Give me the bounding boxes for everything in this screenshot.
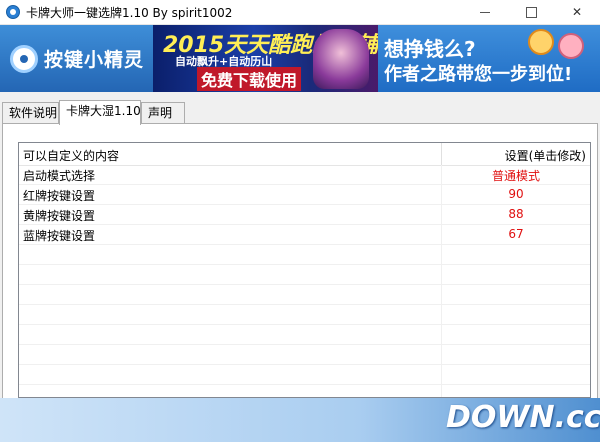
table-row[interactable]: 蓝牌按键设置 67 (19, 225, 590, 245)
ad-banner-author[interactable]: 想挣钱么? 作者之路带您一步到位! (378, 25, 600, 92)
logo-text: 按键小精灵 (44, 49, 145, 71)
minimize-icon (480, 12, 490, 13)
tab-card-master[interactable]: 卡牌大湿1.10 (59, 100, 141, 125)
window-title: 卡牌大师一键选牌1.10 By spirit1002 (26, 6, 233, 20)
table-row[interactable]: 黄牌按键设置 88 (19, 205, 590, 225)
tab-panel: 可以自定义的内容 设置(单击修改) 启动模式选择 普通模式 红牌按键设置 90 … (2, 123, 598, 439)
column-header-content[interactable]: 可以自定义的内容 (23, 147, 119, 164)
empty-row (19, 305, 590, 325)
table-row[interactable]: 红牌按键设置 90 (19, 185, 590, 205)
grid-header: 可以自定义的内容 设置(单击修改) (19, 143, 590, 166)
row-name: 黄牌按键设置 (23, 209, 96, 223)
row-name: 启动模式选择 (23, 169, 96, 183)
logo-banner: 按键小精灵 (0, 25, 153, 92)
cartoon-face-icon (528, 29, 554, 55)
tab-bar: 软件说明 卡牌大湿1.10 声明 (0, 100, 600, 125)
maximize-button[interactable] (508, 0, 554, 24)
maximize-icon (525, 7, 537, 18)
cartoon-face-icon (558, 33, 584, 59)
close-button[interactable]: ✕ (554, 0, 600, 24)
row-name: 红牌按键设置 (23, 189, 96, 203)
ad2-line2: 作者之路带您一步到位! (384, 64, 573, 85)
ad-banner-game[interactable]: 2015天天酷跑最热辅助 自动飘升+自动历山 免费下载使用 (153, 25, 378, 92)
close-icon: ✕ (571, 5, 583, 19)
empty-row (19, 365, 590, 385)
empty-row (19, 265, 590, 285)
ad2-line1: 想挣钱么? (384, 37, 476, 61)
column-divider[interactable] (441, 143, 442, 165)
column-header-setting[interactable]: 设置(单击修改) (505, 147, 586, 164)
settings-grid: 可以自定义的内容 设置(单击修改) 启动模式选择 普通模式 红牌按键设置 90 … (18, 142, 591, 398)
logo-icon (10, 45, 38, 73)
minimize-button[interactable] (462, 0, 508, 24)
empty-row (19, 245, 590, 265)
ad-free-text: 免费下载使用 (197, 67, 302, 91)
row-value[interactable]: 90 (442, 187, 590, 201)
row-name: 蓝牌按键设置 (23, 229, 96, 243)
empty-row (19, 285, 590, 305)
title-bar: 卡牌大师一键选牌1.10 By spirit1002 ✕ (0, 0, 600, 25)
ad-character-image (313, 29, 369, 89)
tab-software-info[interactable]: 软件说明 (2, 102, 59, 123)
empty-row (19, 325, 590, 345)
watermark-logo: DOWN.cc (446, 400, 600, 435)
app-icon (6, 5, 20, 19)
row-value[interactable]: 67 (442, 227, 590, 241)
row-value[interactable]: 88 (442, 207, 590, 221)
row-value[interactable]: 普通模式 (442, 167, 590, 184)
tab-statement[interactable]: 声明 (141, 102, 185, 123)
empty-row (19, 345, 590, 365)
table-row[interactable]: 启动模式选择 普通模式 (19, 165, 590, 185)
